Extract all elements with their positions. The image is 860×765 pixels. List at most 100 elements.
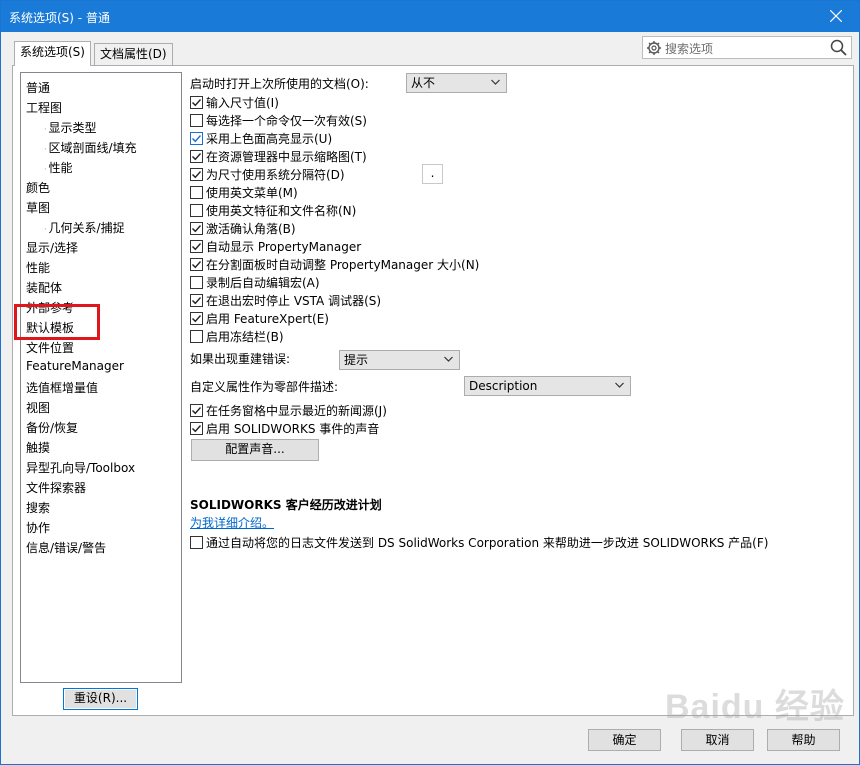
checkmark-icon xyxy=(192,171,202,179)
tree-item-label: 草图 xyxy=(26,201,51,215)
rebuild-error-label: 如果出现重建错误: xyxy=(190,352,291,366)
option-checkbox[interactable]: 在任务窗格中显示最近的新闻源(J) xyxy=(190,402,387,418)
open-last-docs-dropdown[interactable]: 从不 xyxy=(406,73,507,93)
option-checkbox-label: 在退出宏时停止 VSTA 调试器(S) xyxy=(206,294,382,308)
configure-sounds-button[interactable]: 配置声音... xyxy=(191,439,319,461)
option-checkbox[interactable]: 激活确认角落(B) xyxy=(190,220,296,236)
ceip-checkbox[interactable]: 通过自动将您的日志文件发送到 DS SolidWorks Corporation… xyxy=(190,534,768,550)
help-button[interactable]: 帮助 xyxy=(767,729,840,751)
checkbox-box xyxy=(190,96,203,109)
tree-item[interactable]: 文件位置 xyxy=(26,339,74,356)
checkmark-icon xyxy=(192,261,202,269)
checkbox-box xyxy=(190,536,203,549)
option-checkbox[interactable]: 录制后自动编辑宏(A) xyxy=(190,274,320,290)
tab-document-properties[interactable]: 文档属性(D) xyxy=(94,43,173,65)
tree-item[interactable]: · 区域剖面线/填充 xyxy=(44,139,137,156)
custom-property-dropdown[interactable]: Description xyxy=(464,376,631,396)
tree-item-label: 备份/恢复 xyxy=(26,421,79,435)
option-checkbox[interactable]: 启用冻结栏(B) xyxy=(190,328,284,344)
option-checkbox-label: 在资源管理器中显示缩略图(T) xyxy=(206,150,367,164)
option-checkbox[interactable]: 在退出宏时停止 VSTA 调试器(S) xyxy=(190,292,381,308)
rebuild-error-dropdown[interactable]: 提示 xyxy=(339,350,460,370)
tree-connector-icon: · xyxy=(44,145,47,154)
tree-item[interactable]: · 几何关系/捕捉 xyxy=(44,219,125,236)
checkbox-box xyxy=(190,312,203,325)
option-checkbox-label: 在任务窗格中显示最近的新闻源(J) xyxy=(206,404,387,418)
checkbox-box xyxy=(190,422,203,435)
option-checkbox-label: 启用 SOLIDWORKS 事件的声音 xyxy=(206,422,380,436)
close-button[interactable] xyxy=(813,1,859,31)
tree-item[interactable]: 备份/恢复 xyxy=(26,419,78,436)
tree-item-label: 颜色 xyxy=(26,181,51,195)
chevron-down-icon xyxy=(491,79,500,85)
tree-item[interactable]: 视图 xyxy=(26,399,50,416)
tree-item[interactable]: FeatureManager xyxy=(26,359,124,373)
tree-item-label: 普通 xyxy=(26,81,51,95)
checkbox-box xyxy=(190,330,203,343)
option-checkbox[interactable]: 使用英文特征和文件名称(N) xyxy=(190,202,356,218)
chevron-down-icon xyxy=(444,356,453,362)
tree-item[interactable]: 信息/错误/警告 xyxy=(26,539,106,556)
option-checkbox[interactable]: 启用 SOLIDWORKS 事件的声音 xyxy=(190,420,379,436)
checkmark-icon xyxy=(192,135,202,143)
checkbox-box xyxy=(190,276,203,289)
ceip-learn-more-link[interactable]: 为我详细介绍。 xyxy=(190,514,274,531)
ceip-checkbox-label: 通过自动将您的日志文件发送到 DS SolidWorks Corporation… xyxy=(206,536,769,550)
tree-item-label: 信息/错误/警告 xyxy=(26,541,107,555)
tree-item[interactable]: · 性能 xyxy=(44,159,73,176)
tree-item[interactable]: 协作 xyxy=(26,519,50,536)
tab-system-options[interactable]: 系统选项(S) xyxy=(14,41,91,66)
checkmark-icon xyxy=(192,297,202,305)
checkmark-icon xyxy=(192,153,202,161)
tree-item[interactable]: 工程图 xyxy=(26,99,62,116)
option-checkbox[interactable]: 为尺寸使用系统分隔符(D) xyxy=(190,166,345,182)
tree-item[interactable]: 普通 xyxy=(26,79,50,96)
tree-item[interactable]: 异型孔向导/Toolbox xyxy=(26,459,135,476)
option-checkbox[interactable]: 每选择一个命令仅一次有效(S) xyxy=(190,112,367,128)
option-checkbox-label: 使用英文菜单(M) xyxy=(206,186,298,200)
tree-item[interactable]: · 显示类型 xyxy=(44,119,97,136)
tree-item[interactable]: 外部参考 xyxy=(26,299,74,316)
ok-button[interactable]: 确定 xyxy=(588,729,661,751)
option-checkbox-label: 每选择一个命令仅一次有效(S) xyxy=(206,114,367,128)
tree-item[interactable]: 草图 xyxy=(26,199,50,216)
tree-item[interactable]: 选值框增量值 xyxy=(26,379,98,396)
option-checkbox-label: 录制后自动编辑宏(A) xyxy=(206,276,320,290)
option-checkbox[interactable]: 输入尺寸值(I) xyxy=(190,94,279,110)
checkbox-box xyxy=(190,222,203,235)
option-checkbox-label: 为尺寸使用系统分隔符(D) xyxy=(206,168,345,182)
tree-connector-icon: · xyxy=(44,125,47,134)
tree-item-label: 协作 xyxy=(26,521,51,535)
tree-item[interactable]: 装配体 xyxy=(26,279,62,296)
tree-item[interactable]: 颜色 xyxy=(26,179,50,196)
tree-item[interactable]: 触摸 xyxy=(26,439,50,456)
tree-item[interactable]: 显示/选择 xyxy=(26,239,78,256)
cancel-button[interactable]: 取消 xyxy=(681,729,754,751)
separator-field[interactable]: . xyxy=(422,164,443,184)
option-checkbox[interactable]: 在分割面板时自动调整 PropertyManager 大小(N) xyxy=(190,256,479,272)
tree-item-label: 显示类型 xyxy=(48,121,97,135)
option-checkbox[interactable]: 使用英文菜单(M) xyxy=(190,184,298,200)
option-checkbox-label: 启用 FeatureXpert(E) xyxy=(206,312,329,326)
option-checkbox[interactable]: 自动显示 PropertyManager xyxy=(190,238,361,254)
option-checkbox-label: 输入尺寸值(I) xyxy=(206,96,279,110)
checkbox-box xyxy=(190,150,203,163)
options-panel: 普通 工程图 · 显示类型 · 区域剖面线/填充 · 性能 颜色 草图 · 几何关系/捕捉 显示/选择性… xyxy=(12,65,854,716)
reset-button[interactable]: 重设(R)... xyxy=(63,688,138,710)
tree-item[interactable]: 性能 xyxy=(26,259,50,276)
options-tree[interactable]: 普通 工程图 · 显示类型 · 区域剖面线/填充 · 性能 颜色 草图 · 几何关系/捕捉 显示/选择性… xyxy=(20,72,182,683)
open-last-docs-value: 从不 xyxy=(411,76,436,90)
tree-item[interactable]: 默认模板 xyxy=(26,319,74,336)
checkmark-icon xyxy=(192,425,202,433)
search-icon[interactable] xyxy=(830,39,847,56)
option-checkbox[interactable]: 在资源管理器中显示缩略图(T) xyxy=(190,148,367,164)
tree-item-label: 显示/选择 xyxy=(26,241,79,255)
checkmark-icon xyxy=(192,243,202,251)
search-options-field[interactable]: 搜索选项 xyxy=(642,36,852,59)
tree-item[interactable]: 文件探索器 xyxy=(26,479,86,496)
tree-item[interactable]: 搜索 xyxy=(26,499,50,516)
option-checkbox-label: 使用英文特征和文件名称(N) xyxy=(206,204,357,218)
checkmark-icon xyxy=(192,99,202,107)
option-checkbox[interactable]: 采用上色面高亮显示(U) xyxy=(190,130,332,146)
option-checkbox[interactable]: 启用 FeatureXpert(E) xyxy=(190,310,329,326)
